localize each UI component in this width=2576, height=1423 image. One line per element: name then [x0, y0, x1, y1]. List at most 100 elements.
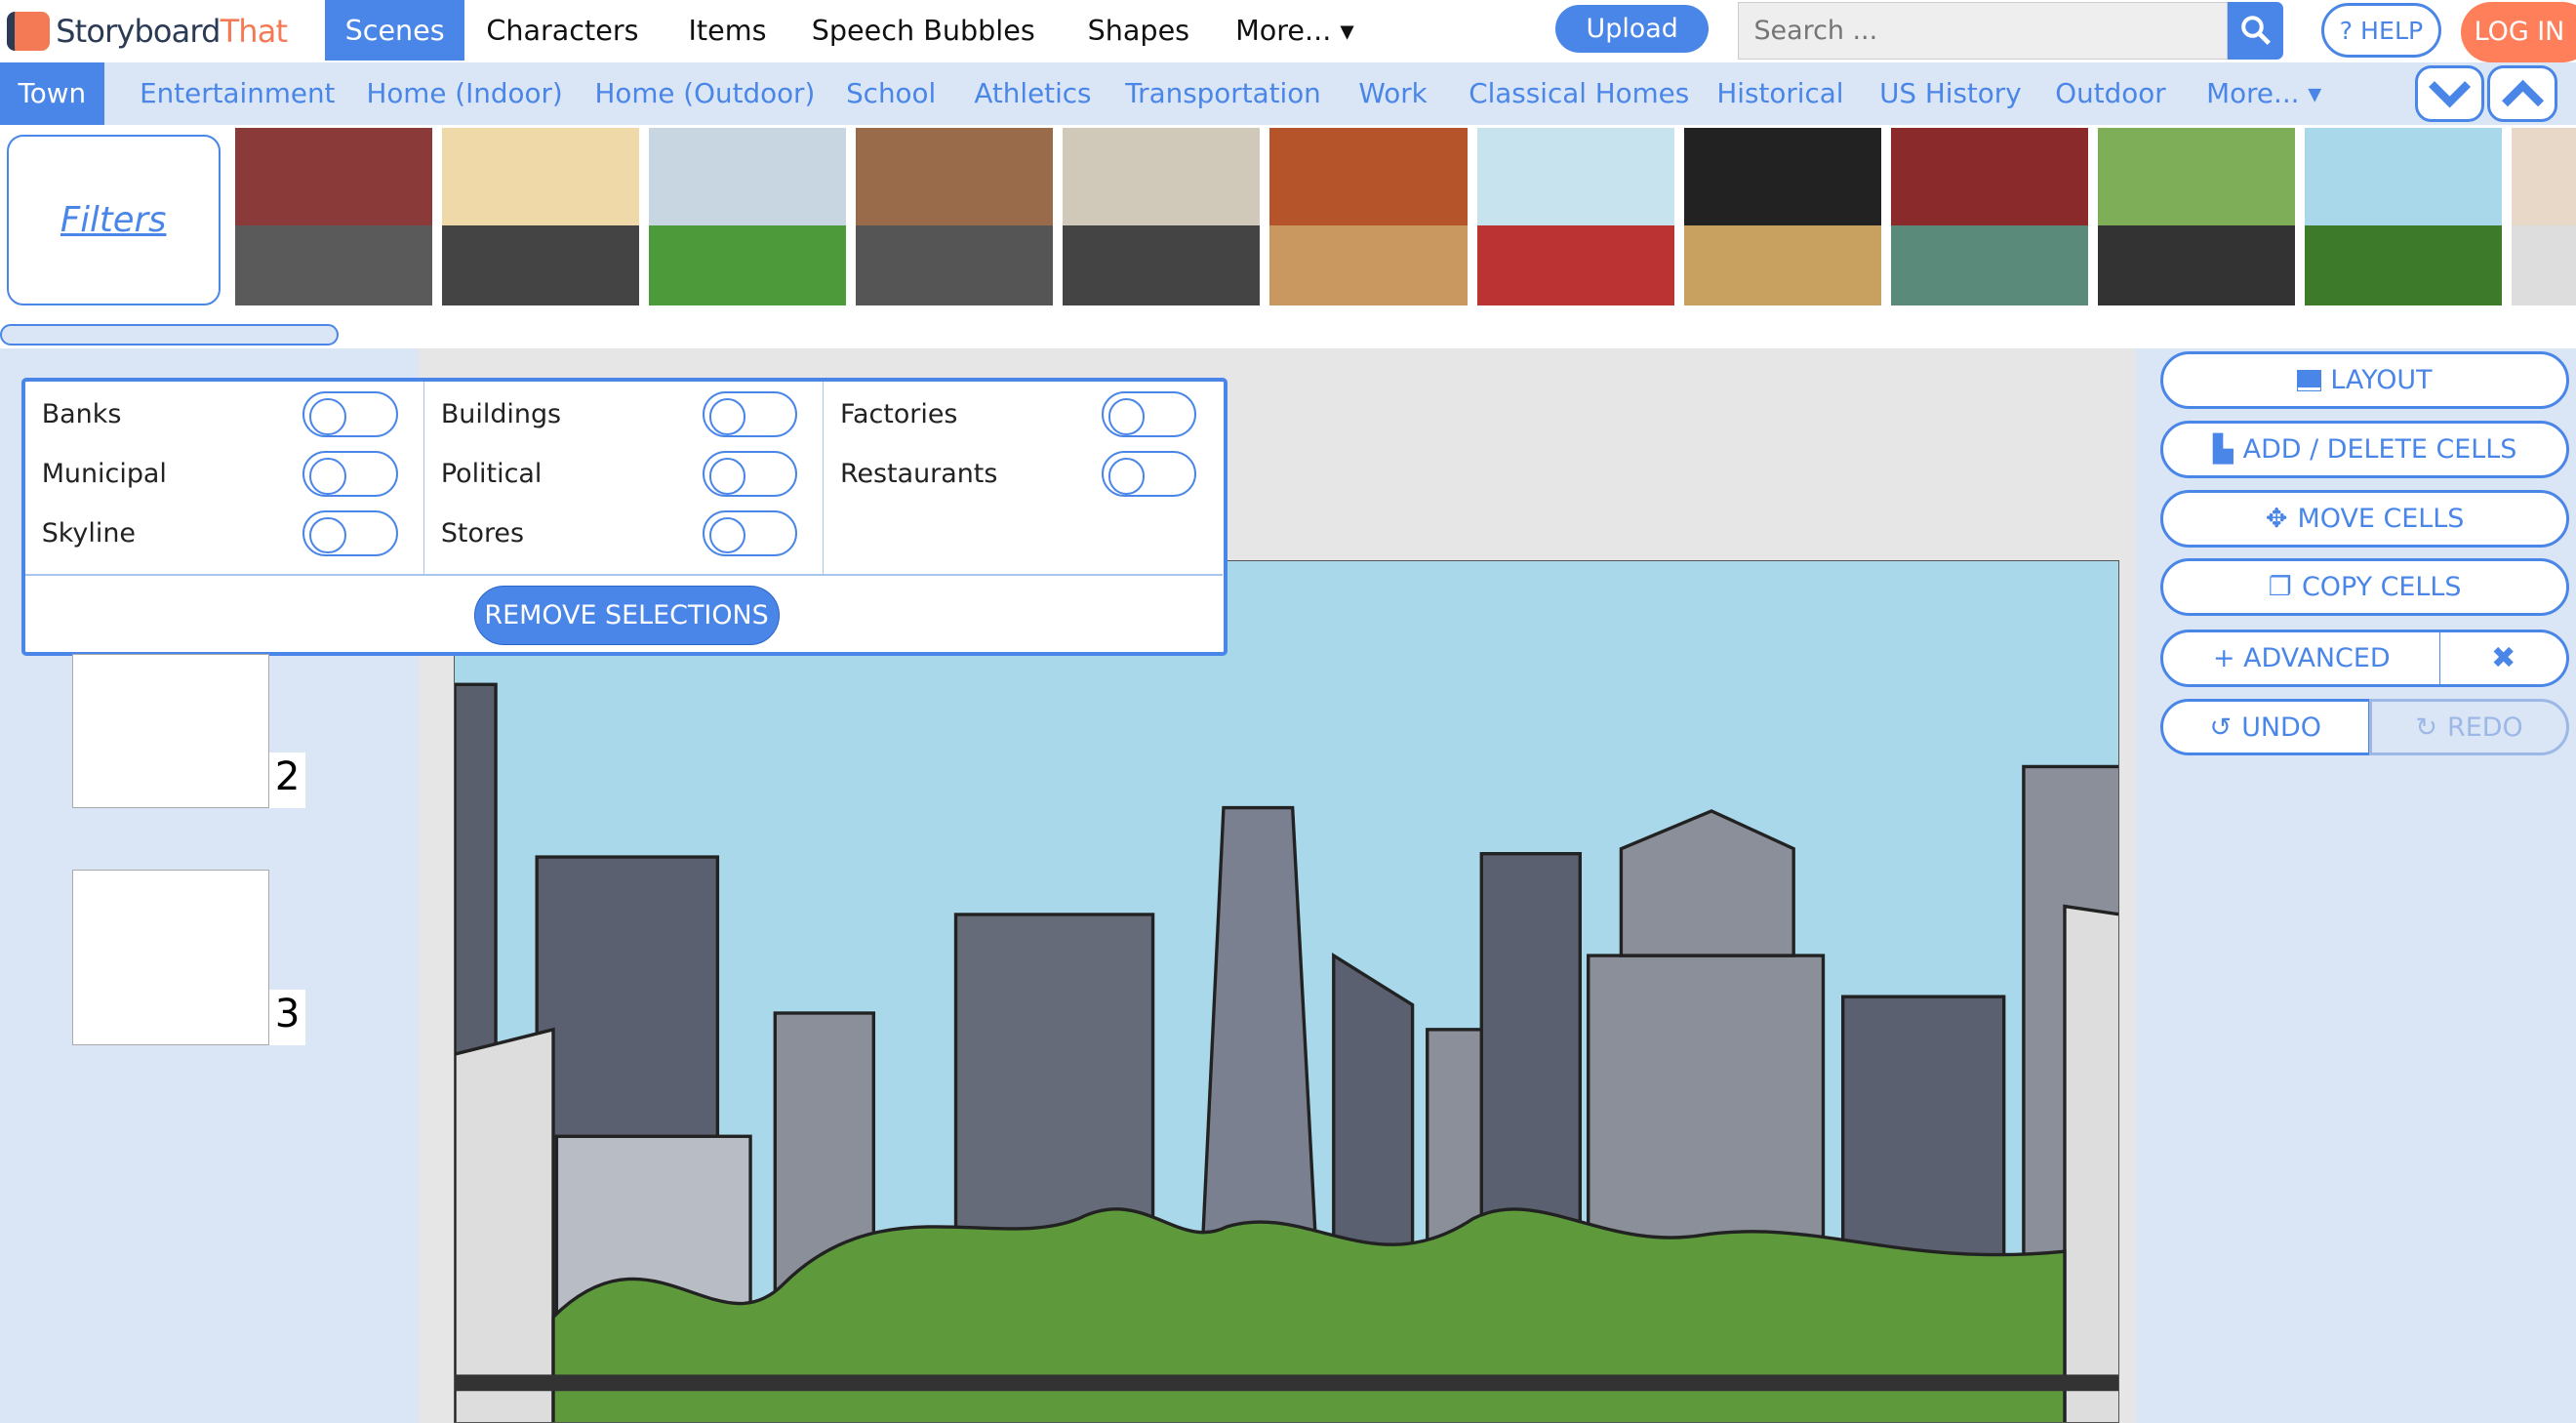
filter-banks: Banks	[42, 386, 420, 445]
tab-historical[interactable]: Historical	[1696, 62, 1866, 125]
filters-button[interactable]: Filters	[6, 135, 221, 306]
nav-scenes[interactable]: Scenes	[325, 0, 464, 61]
tab-entertainment[interactable]: Entertainment	[118, 62, 356, 125]
tab-outdoor[interactable]: Outdoor	[2033, 62, 2187, 125]
move-label: MOVE CELLS	[2297, 503, 2465, 534]
nav-characters[interactable]: Characters	[466, 0, 659, 61]
logo-text: Storyboard	[56, 12, 221, 50]
filter-label: Banks	[41, 399, 122, 430]
filter-toggle[interactable]	[1101, 450, 1197, 498]
undo-label: UNDO	[2241, 712, 2321, 743]
cell-number: 3	[269, 989, 306, 1045]
tab-more-[interactable]: More... ▾	[2185, 62, 2343, 125]
nav-shapes[interactable]: Shapes	[1067, 0, 1209, 61]
scene-thumbnail[interactable]	[1476, 128, 1674, 306]
advanced-label: + ADVANCED	[2213, 642, 2391, 673]
logo-text-accent: That	[220, 12, 288, 50]
add-delete-cells-button[interactable]: ▙ ADD / DELETE CELLS	[2160, 421, 2570, 478]
filter-stores: Stores	[441, 504, 819, 563]
tab-home-indoor-[interactable]: Home (Indoor)	[345, 62, 584, 125]
scene-thumbnail[interactable]	[1269, 128, 1468, 306]
redo-icon: ↻	[2415, 712, 2437, 743]
filter-toggle[interactable]	[302, 450, 399, 498]
copy-label: COPY CELLS	[2301, 572, 2462, 603]
scene-thumbnail[interactable]	[441, 128, 639, 306]
layout-icon	[2296, 369, 2322, 391]
thumbnail-scrollbar[interactable]	[0, 323, 339, 346]
nav-more-[interactable]: More... ▾	[1216, 0, 1374, 61]
filter-label: Skyline	[41, 517, 136, 549]
filter-toggle[interactable]	[702, 450, 798, 498]
filter-label: Restaurants	[839, 459, 998, 489]
chevron-up-icon	[2501, 79, 2544, 107]
logo-icon	[6, 11, 50, 52]
scene-thumbnail[interactable]	[1683, 128, 1881, 306]
tab-us-history[interactable]: US History	[1858, 62, 2042, 125]
undo-button[interactable]: ↺ UNDO	[2160, 698, 2371, 756]
scene-thumbnail[interactable]	[649, 128, 847, 306]
filter-toggle[interactable]	[302, 391, 399, 438]
filter-skyline: Skyline	[42, 504, 420, 563]
scene-thumbnail[interactable]	[2305, 128, 2503, 306]
remove-selections-button[interactable]: REMOVE SELECTIONS	[473, 586, 780, 645]
advanced-button[interactable]: + ADVANCED	[2160, 629, 2443, 687]
scene-thumbnail[interactable]	[1063, 128, 1261, 306]
nav-speech-bubbles[interactable]: Speech Bubbles	[792, 0, 1055, 61]
scene-thumbnail[interactable]	[1890, 128, 2088, 306]
filter-municipal: Municipal	[42, 444, 420, 504]
add-file-icon: ▙	[2212, 433, 2234, 465]
storyboard-cell[interactable]	[72, 654, 270, 809]
filter-toggle[interactable]	[1101, 391, 1197, 438]
filters-label: Filters	[60, 200, 167, 241]
tab-transportation[interactable]: Transportation	[1104, 62, 1342, 125]
storyboard-canvas[interactable]	[453, 560, 2119, 1423]
filter-label: Buildings	[440, 399, 562, 430]
filter-buildings: Buildings	[441, 386, 819, 445]
filter-label: Political	[440, 459, 543, 489]
logo[interactable]: Storyboard That	[6, 7, 288, 57]
help-button[interactable]: ? HELP	[2321, 3, 2441, 58]
copy-cells-button[interactable]: ❐ COPY CELLS	[2160, 558, 2570, 617]
scene-thumbnail[interactable]	[234, 128, 432, 306]
expand-icon: ✖	[2491, 640, 2516, 675]
collapse-down-button[interactable]	[2414, 65, 2484, 122]
add-delete-label: ADD / DELETE CELLS	[2242, 433, 2517, 465]
upload-button[interactable]: Upload	[1555, 5, 1709, 53]
search-input[interactable]	[1738, 1, 2229, 60]
filter-label: Factories	[839, 399, 958, 430]
filter-political: Political	[441, 444, 819, 504]
filter-restaurants: Restaurants	[840, 444, 1218, 504]
move-arrows-icon: ✥	[2265, 503, 2288, 534]
redo-button[interactable]: ↻ REDO	[2368, 698, 2570, 756]
scene-thumbnail[interactable]	[2098, 128, 2296, 306]
tab-town[interactable]: Town	[0, 61, 104, 125]
cell-number: 2	[269, 752, 306, 809]
tab-school[interactable]: School	[825, 62, 957, 125]
fullscreen-button[interactable]: ✖	[2439, 629, 2570, 687]
chevron-down-icon	[2428, 80, 2471, 108]
login-button[interactable]: LOG IN	[2461, 1, 2576, 62]
tab-classical-homes[interactable]: Classical Homes	[1447, 62, 1711, 125]
tab-work[interactable]: Work	[1338, 62, 1449, 125]
filter-divider	[24, 574, 1224, 576]
filter-factories: Factories	[840, 386, 1218, 445]
scene-thumbnail[interactable]	[2512, 128, 2576, 306]
filter-label: Stores	[440, 517, 525, 549]
tab-home-outdoor-[interactable]: Home (Outdoor)	[574, 62, 837, 125]
move-cells-button[interactable]: ✥ MOVE CELLS	[2160, 489, 2570, 548]
undo-icon: ↺	[2209, 712, 2233, 743]
scene-thumbnail[interactable]	[856, 128, 1054, 306]
layout-button[interactable]: LAYOUT	[2160, 351, 2570, 410]
filter-column: Buildings Political Stores	[424, 382, 825, 575]
nav-items[interactable]: Items	[668, 0, 785, 61]
expand-up-button[interactable]	[2487, 65, 2558, 122]
layout-label: LAYOUT	[2330, 365, 2433, 396]
filter-toggle[interactable]	[702, 391, 798, 438]
filter-label: Municipal	[41, 459, 167, 489]
filter-toggle[interactable]	[702, 509, 798, 556]
storyboard-cell[interactable]	[72, 869, 270, 1045]
tab-athletics[interactable]: Athletics	[953, 62, 1113, 125]
filter-toggle[interactable]	[302, 509, 399, 556]
filter-column: Banks Municipal Skyline	[25, 382, 424, 575]
search-button[interactable]	[2228, 1, 2284, 60]
